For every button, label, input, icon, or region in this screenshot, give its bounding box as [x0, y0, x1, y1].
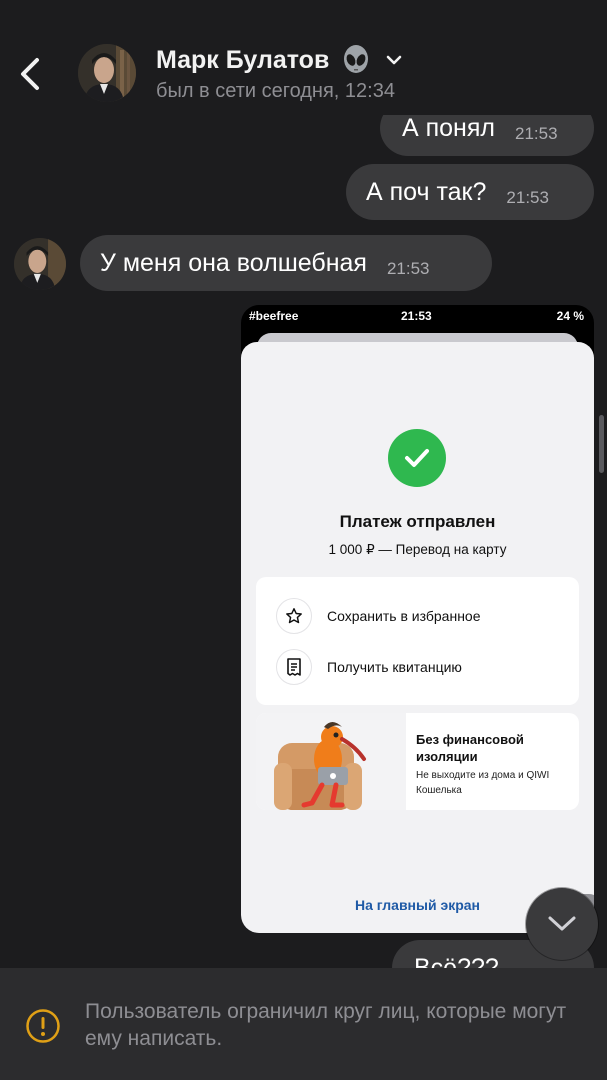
contact-name-text: Марк Булатов [156, 45, 330, 74]
promo-title: Без финансовой изоляции [416, 732, 524, 764]
back-button[interactable] [12, 52, 48, 96]
receipt-icon [276, 649, 312, 685]
message-text: У меня она волшебная [100, 248, 367, 277]
message-time: 21:53 [386, 259, 430, 278]
action-label: Сохранить в избранное [327, 608, 481, 624]
payment-sheet: Платеж отправлен 1 000 ₽ — Перевод на ка… [241, 342, 594, 933]
save-favorite-button[interactable]: Сохранить в избранное [256, 590, 579, 642]
payment-subtitle: 1 000 ₽ — Перевод на карту [328, 542, 507, 557]
attachment-status-bar: #beefree 21:53 24 % [241, 305, 594, 327]
star-icon [276, 598, 312, 634]
message-time: 21:53 [515, 124, 558, 143]
messaging-restriction-banner: Пользователь ограничил круг лиц, которые… [0, 968, 607, 1080]
contact-name[interactable]: Марк Булатов [156, 45, 403, 75]
kiwi-bird-illustration [256, 713, 406, 810]
success-check-icon [388, 429, 446, 487]
restriction-text: Пользователь ограничил круг лиц, которые… [85, 1000, 567, 1050]
chat-header: Марк Булатов был в сети сегодня, 12:34 [0, 0, 607, 115]
sender-avatar[interactable] [14, 238, 66, 290]
message-bubble-outgoing[interactable]: А поч так? 21:53 [346, 164, 594, 220]
action-label: Получить квитанцию [327, 659, 462, 675]
avatar-photo [14, 238, 66, 290]
payment-title: Платеж отправлен [339, 512, 496, 531]
promo-subtitle: Не выходите из дома и QIWI Кошелька [416, 770, 550, 796]
last-seen-status: был в сети сегодня, 12:34 [156, 80, 395, 102]
status-clock: 21:53 [401, 309, 432, 323]
avatar[interactable] [78, 44, 136, 102]
message-time: 21:53 [506, 188, 549, 207]
message-text: А понял [402, 114, 495, 142]
message-text: А поч так? [366, 177, 487, 206]
chevron-left-icon [21, 58, 39, 90]
get-receipt-button[interactable]: Получить квитанцию [256, 641, 579, 693]
battery-label: 24 % [556, 309, 584, 323]
message-bubble-incoming[interactable]: У меня она волшебная 21:53 [80, 235, 492, 291]
chevron-down-icon [548, 916, 576, 931]
alien-emoji-icon [344, 45, 369, 73]
scroll-down-button[interactable] [526, 888, 598, 960]
promo-banner[interactable]: Без финансовой изоляции Не выходите из д… [256, 713, 579, 810]
image-attachment[interactable]: #beefree 21:53 24 % Платеж отправлен 1 0… [241, 305, 594, 933]
actions-card: Сохранить в избранное Получить квитанцию [256, 577, 579, 705]
carrier-label: #beefree [249, 309, 299, 323]
avatar-photo [78, 44, 136, 102]
scrollbar[interactable] [599, 415, 604, 473]
warning-icon [26, 1009, 60, 1043]
chevron-down-icon [387, 55, 402, 65]
